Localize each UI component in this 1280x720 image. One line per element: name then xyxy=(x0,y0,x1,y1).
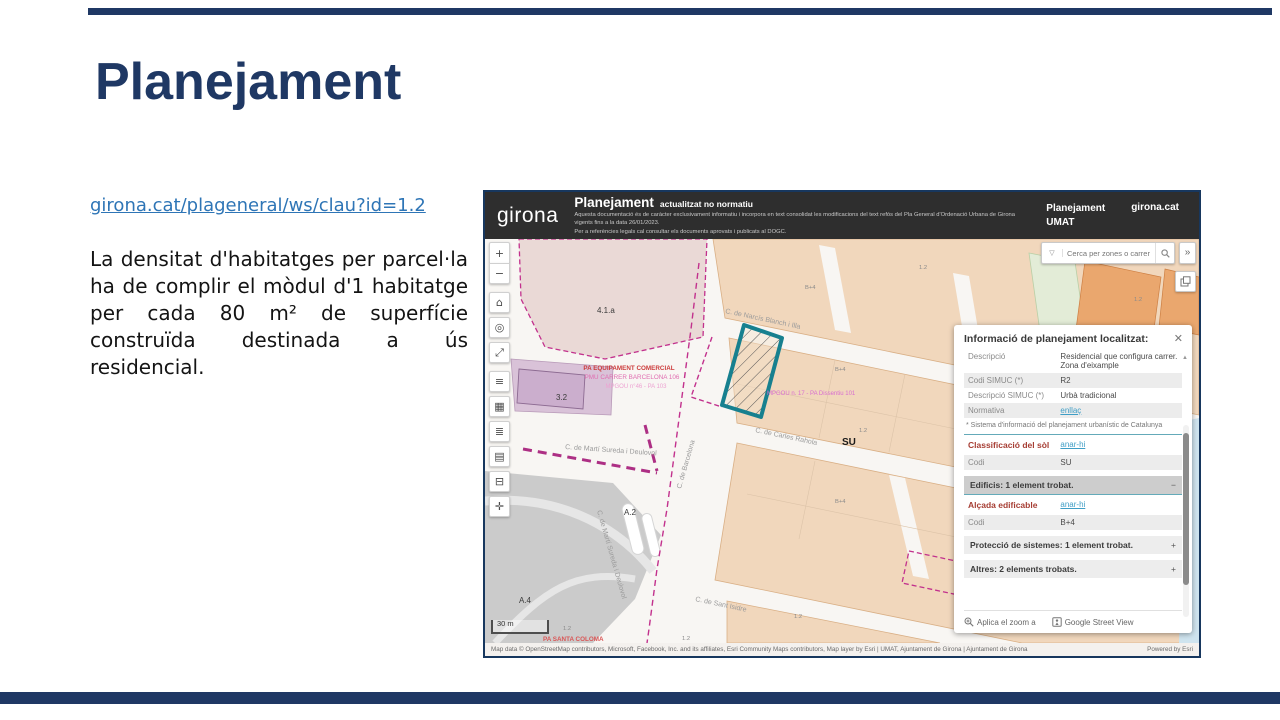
panel-row: Codi SU xyxy=(964,455,1182,470)
viewer-disclaimer-2: Per a referències legals cal consultar e… xyxy=(574,228,1030,236)
search-input[interactable] xyxy=(1063,249,1155,258)
girona-logo: girona xyxy=(497,204,558,228)
code-label: B+4 xyxy=(835,367,846,373)
viewer-app-name: Planejament UMAT xyxy=(1046,202,1105,229)
overlapping-pages-icon[interactable] xyxy=(1175,271,1196,292)
tool-pan[interactable]: ✛ xyxy=(489,496,510,517)
panel-row: Codi SIMUC (*) R2 xyxy=(964,373,1182,388)
attribution-text: Map data © OpenStreetMap contributors, M… xyxy=(491,646,1137,653)
panel-footer: Aplica el zoom a Google Street View xyxy=(964,610,1182,627)
map-attribution: Map data © OpenStreetMap contributors, M… xyxy=(485,643,1199,656)
zone-label: 3.2 xyxy=(556,393,568,402)
top-accent-bar xyxy=(88,8,1272,15)
code-label: B+4 xyxy=(835,499,846,505)
map-toolbar: + − ⌂ ◎ ⤢ ≡ ▦ ≣ ▤ ⊟ ✛ xyxy=(489,242,510,517)
expand-icon[interactable]: + xyxy=(1171,540,1176,550)
zone-label: A.2 xyxy=(624,508,637,517)
map-canvas[interactable]: C. de Narcís Blanch i Illa C. de Carles … xyxy=(485,239,1199,643)
zone-label: 4.1.a xyxy=(597,306,615,315)
viewer-subtitle: actualitzat no normatiu xyxy=(660,199,753,209)
zone-label-su: SU xyxy=(842,437,856,448)
code-label: 1.2 xyxy=(859,428,867,434)
panel-section-row: Classificació del sòl anar-hi xyxy=(964,434,1182,455)
street-view-icon xyxy=(1052,617,1062,627)
zone-label: A.4 xyxy=(519,596,532,605)
tool-home[interactable]: ⌂ xyxy=(489,292,510,313)
normativa-link[interactable]: enllaç xyxy=(1060,406,1178,415)
page-title: Planejament xyxy=(95,52,401,112)
tool-measure[interactable]: ⊟ xyxy=(489,471,510,492)
panel-row: Codi B+4 xyxy=(964,515,1182,530)
code-label: B+4 xyxy=(805,285,816,291)
scroll-up-icon[interactable]: ▲ xyxy=(1182,355,1188,361)
panel-footnote: * Sistema d'informació del planejament u… xyxy=(964,418,1182,434)
tool-locate[interactable]: ◎ xyxy=(489,317,510,338)
anar-hi-link[interactable]: anar-hi xyxy=(1060,500,1085,509)
panel-scrollbar-thumb[interactable] xyxy=(1183,433,1189,585)
scale-label: 30 m xyxy=(497,619,514,628)
code-label: 1.2 xyxy=(563,626,571,632)
viewer-disclaimer-1: Aquesta documentació és de caràcter excl… xyxy=(574,211,1030,227)
plan-label: PA SANTA COLOMA xyxy=(543,636,604,643)
planejament-url-link[interactable]: girona.cat/plageneral/ws/clau?id=1.2 xyxy=(90,195,426,216)
powered-by-esri: Powered by Esri xyxy=(1147,646,1193,653)
viewer-header: girona Planejament actualitzat no normat… xyxy=(485,192,1199,239)
presentation-slide: Planejament girona.cat/plageneral/ws/cla… xyxy=(0,0,1280,720)
plan-label: MPGOU n°46 - PA 103 xyxy=(606,384,668,390)
info-panel: Informació de planejament localitzat: ✕ … xyxy=(954,325,1192,633)
bottom-accent-bar xyxy=(0,692,1280,704)
zone-41a-area xyxy=(519,239,707,359)
anar-hi-link[interactable]: anar-hi xyxy=(1060,440,1085,449)
tool-basemap-grid[interactable]: ▦ xyxy=(489,396,510,417)
group-header-edificis[interactable]: Edificis: 1 element trobat. − xyxy=(964,476,1182,494)
tool-zoom-out[interactable]: − xyxy=(489,263,510,284)
plan-label: PMU CARRER BARCELONA 106 xyxy=(585,374,680,381)
plan-label: MPGOU n. 17 - PA Dissentiu 101 xyxy=(767,391,856,397)
apply-zoom-button[interactable]: Aplica el zoom a xyxy=(964,617,1036,627)
tool-legend[interactable]: ≡ xyxy=(489,371,510,392)
code-label: 1.2 xyxy=(794,614,802,620)
code-label: 1.2 xyxy=(1134,297,1142,303)
tool-print[interactable]: ▤ xyxy=(489,446,510,467)
tool-fullscreen[interactable]: ⤢ xyxy=(489,342,510,363)
search-icon[interactable] xyxy=(1155,243,1174,263)
collapse-icon[interactable]: − xyxy=(1171,480,1176,490)
viewer-screenshot: girona Planejament actualitzat no normat… xyxy=(483,190,1201,658)
tool-layers[interactable]: ≣ xyxy=(489,421,510,442)
body-paragraph: La densitat d'habitatges per parcel·la h… xyxy=(90,246,468,381)
viewer-site-link[interactable]: girona.cat xyxy=(1131,202,1179,213)
panel-row: Descripció Residencial que configura car… xyxy=(964,349,1182,373)
plan-label: PA EQUIPAMENT COMERCIAL xyxy=(583,365,674,372)
search-filter-caret-icon[interactable]: ▽ xyxy=(1042,249,1063,257)
panel-section-row: Alçada edificable anar-hi xyxy=(964,494,1182,515)
tool-zoom-in[interactable]: + xyxy=(489,242,510,263)
panel-row: Normativa enllaç xyxy=(964,403,1182,418)
panel-scrollbar[interactable] xyxy=(1183,425,1189,617)
group-header-altres[interactable]: Altres: 2 elements trobats. + xyxy=(964,560,1182,578)
panel-row: Descripció SIMUC (*) Urbà tradicional xyxy=(964,388,1182,403)
street-view-button[interactable]: Google Street View xyxy=(1052,617,1134,627)
map-scale-bar: 30 m xyxy=(491,620,549,634)
viewer-header-middle: Planejament actualitzat no normatiu Aque… xyxy=(574,195,1030,236)
double-chevron-right-icon[interactable]: » xyxy=(1179,242,1196,264)
panel-title: Informació de planejament localitzat: xyxy=(964,333,1182,349)
close-icon[interactable]: ✕ xyxy=(1174,332,1183,345)
expand-icon[interactable]: + xyxy=(1171,564,1176,574)
magnifier-plus-icon xyxy=(964,617,974,627)
group-header-proteccio[interactable]: Protecció de sistemes: 1 element trobat.… xyxy=(964,536,1182,554)
search-bar: ▽ xyxy=(1041,242,1175,264)
code-label: 1.2 xyxy=(682,636,690,642)
code-label: 1.2 xyxy=(919,265,927,271)
viewer-title: Planejament xyxy=(574,195,654,210)
